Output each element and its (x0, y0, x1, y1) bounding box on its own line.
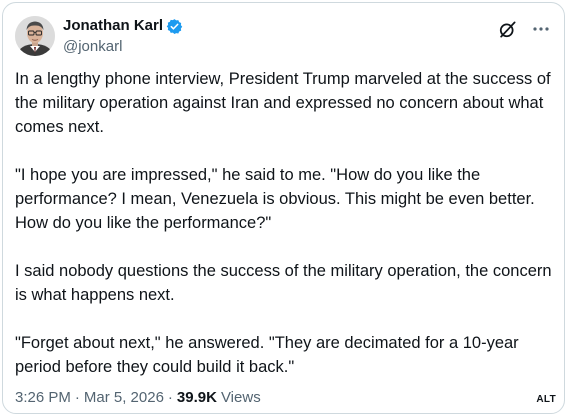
tweet-paragraph: I said nobody questions the success of t… (15, 262, 552, 304)
tweet-meta: 3:26 PM · Mar 5, 2026 · 39.9K Views (15, 388, 261, 408)
tweet-card[interactable]: Jonathan Karl @jonkarl In a lengthy phon… (2, 2, 565, 414)
meta-separator: · (74, 389, 80, 406)
header-actions (496, 17, 552, 41)
tweet-paragraph: "Forget about next," he answered. "They … (15, 334, 519, 376)
verified-badge-icon (166, 18, 183, 35)
more-icon[interactable] (530, 18, 552, 40)
tweet-text: In a lengthy phone interview, President … (15, 67, 552, 379)
tweet-paragraph: "I hope you are impressed," he said to m… (15, 166, 535, 232)
tweet-paragraph: In a lengthy phone interview, President … (15, 70, 551, 136)
meta-separator: · (167, 389, 173, 406)
views-label: Views (220, 389, 261, 406)
grok-icon[interactable] (496, 18, 518, 40)
tweet-date[interactable]: Mar 5, 2026 (84, 388, 164, 408)
tweet-header: Jonathan Karl @jonkarl (15, 13, 552, 61)
author-handle[interactable]: @jonkarl (63, 37, 183, 57)
author-display-name[interactable]: Jonathan Karl (63, 16, 163, 36)
views-count[interactable]: 39.9K (177, 388, 217, 408)
avatar[interactable] (15, 16, 55, 56)
tweet-time[interactable]: 3:26 PM (15, 388, 71, 408)
author-info: Jonathan Karl @jonkarl (63, 16, 183, 57)
alt-badge[interactable]: ALT (536, 393, 556, 407)
